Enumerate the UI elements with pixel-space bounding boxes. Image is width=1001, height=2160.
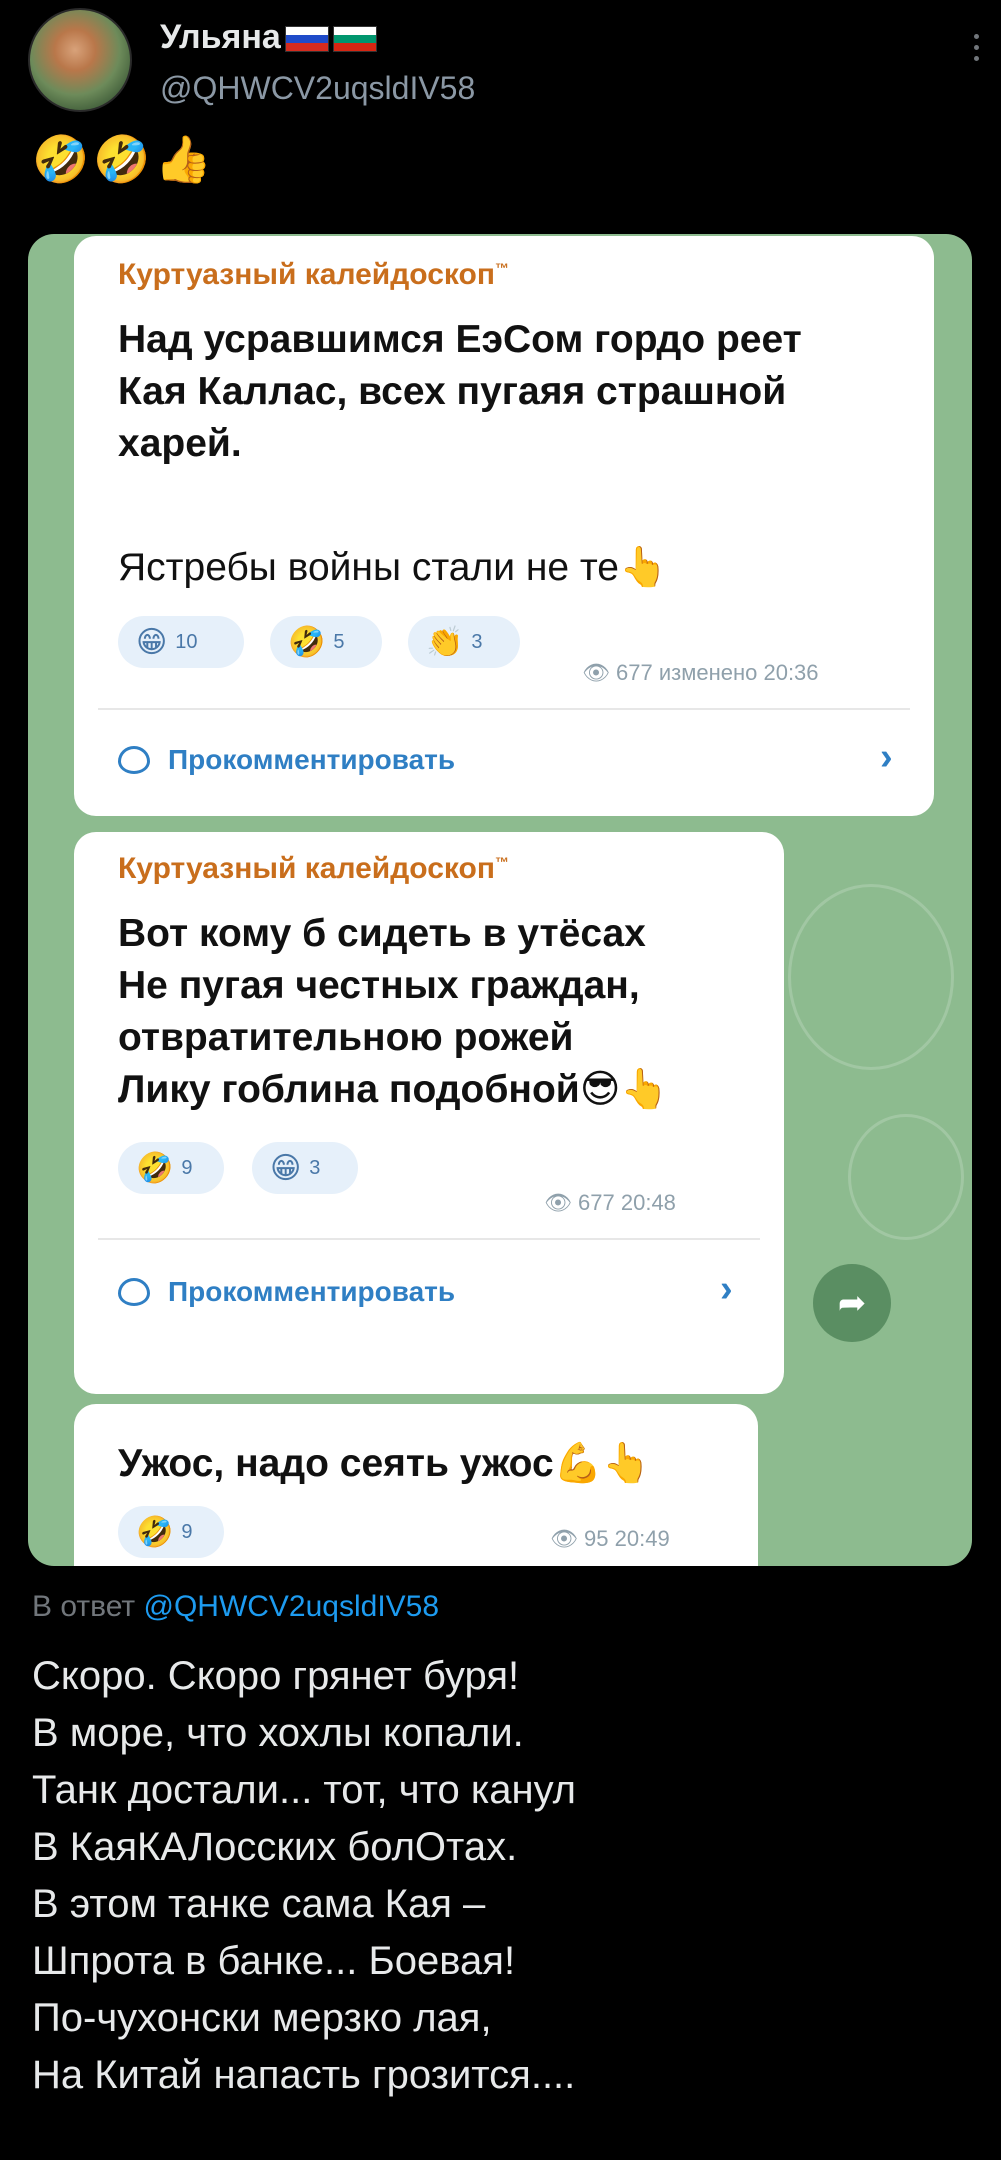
message-line: Не пугая честных граждан, bbox=[118, 964, 640, 1007]
message-line: харей. bbox=[118, 422, 242, 465]
author-handle[interactable]: @QHWCV2uqsldIV58 bbox=[160, 70, 475, 107]
message-line: Над усравшимся ЕэСом гордо реет bbox=[118, 318, 802, 361]
reply-handle-link[interactable]: @QHWCV2uqsldIV58 bbox=[143, 1590, 439, 1623]
reaction-count: 5 bbox=[333, 630, 345, 653]
reaction-chip[interactable]: 🤣 5 bbox=[270, 616, 382, 668]
message-line: Кая Каллас, всех пугаяя страшной bbox=[118, 370, 787, 413]
reaction-chip[interactable]: 😁 10 bbox=[118, 616, 244, 668]
message-text: Ужос, надо сеять ужос💪👆 bbox=[118, 1442, 651, 1485]
reaction-count: 3 bbox=[471, 630, 483, 653]
reply-to: В ответ @QHWCV2uqsldIV58 bbox=[32, 1590, 439, 1624]
reaction-emoji: 👏 bbox=[426, 625, 464, 659]
reaction-emoji: 🤣 bbox=[288, 625, 326, 659]
reply-prefix: В ответ bbox=[32, 1590, 136, 1623]
message-text-2: Ястребы войны стали не те👆 bbox=[118, 546, 668, 589]
poem-line: В море, что хохлы копали. bbox=[32, 1711, 524, 1755]
message-line: Лику гоблина подобной😎👆 bbox=[118, 1068, 669, 1111]
comment-label: Прокомментировать bbox=[168, 1276, 456, 1307]
reaction-emoji: 😁 bbox=[136, 625, 168, 659]
comment-label: Прокомментировать bbox=[168, 744, 456, 775]
post-text: 🤣🤣👍 bbox=[32, 133, 216, 185]
divider bbox=[98, 1238, 760, 1240]
poem-line: В этом танке сама Кая – bbox=[32, 1882, 486, 1926]
russia-flag-icon bbox=[284, 26, 329, 53]
poem-line: На Китай напасть грозится.... bbox=[32, 2053, 576, 2097]
message-meta: 👁 677 изменено 20:36 bbox=[582, 660, 819, 685]
reaction-count: 3 bbox=[309, 1156, 321, 1179]
share-arrow-icon[interactable]: ➦ bbox=[813, 1264, 891, 1342]
author-name-text[interactable]: Ульяна bbox=[160, 18, 281, 56]
comment-icon bbox=[118, 746, 150, 774]
comment-icon bbox=[118, 1278, 150, 1306]
comment-button[interactable]: Прокомментировать bbox=[118, 1276, 455, 1308]
more-options-icon[interactable] bbox=[964, 28, 988, 76]
reaction-count: 9 bbox=[181, 1520, 193, 1543]
chevron-right-icon[interactable]: › bbox=[720, 1268, 733, 1311]
post-header: Ульяна @QHWCV2uqsldIV58 bbox=[28, 8, 988, 118]
channel-name: Куртуазный калейдоскоп™ bbox=[118, 258, 509, 292]
chevron-right-icon[interactable]: › bbox=[880, 736, 893, 779]
reaction-chip[interactable]: 👏 3 bbox=[408, 616, 520, 668]
channel-name-text: Куртуазный калейдоскоп bbox=[118, 258, 495, 291]
post-image[interactable]: Куртуазный калейдоскоп™ Над усравшимся Е… bbox=[28, 234, 972, 1566]
reaction-chip[interactable]: 🤣 9 bbox=[118, 1506, 224, 1558]
reaction-emoji: 🤣 bbox=[136, 1151, 174, 1185]
message-meta: 👁 677 20:48 bbox=[544, 1190, 676, 1215]
reaction-count: 10 bbox=[175, 630, 198, 653]
message-text: Вот кому б сидеть в утёсах Не пугая чест… bbox=[118, 908, 918, 1116]
poem-line: Скоро. Скоро грянет буря! bbox=[32, 1654, 520, 1698]
author-name[interactable]: Ульяна bbox=[160, 18, 377, 57]
bulgaria-flag-icon bbox=[332, 26, 377, 53]
channel-name: Куртуазный калейдоскоп™ bbox=[118, 852, 509, 886]
reaction-emoji: 🤣 bbox=[136, 1515, 174, 1549]
trademark-sup: ™ bbox=[494, 260, 509, 276]
message-bubble-1: Куртуазный калейдоскоп™ Над усравшимся Е… bbox=[74, 236, 934, 816]
poem-line: По-чухонски мерзко лая, bbox=[32, 1996, 492, 2040]
message-line: Вот кому б сидеть в утёсах bbox=[118, 912, 646, 955]
reaction-count: 9 bbox=[181, 1156, 193, 1179]
poem-line: Танк достали... тот, что канул bbox=[32, 1768, 577, 1812]
message-bubble-3: Ужос, надо сеять ужос💪👆 🤣 9 👁 95 20:49 bbox=[74, 1404, 758, 1566]
background-doodle bbox=[848, 1114, 964, 1240]
divider bbox=[98, 708, 910, 710]
avatar[interactable] bbox=[28, 8, 132, 112]
message-line: отвратительною рожей bbox=[118, 1016, 574, 1059]
message-text: Над усравшимся ЕэСом гордо реет Кая Калл… bbox=[118, 314, 918, 470]
comment-button[interactable]: Прокомментировать bbox=[118, 744, 455, 776]
reaction-chip[interactable]: 🤣 9 bbox=[118, 1142, 224, 1194]
trademark-sup: ™ bbox=[494, 854, 509, 870]
poem-line: В КаяКАЛосских болОтах. bbox=[32, 1825, 518, 1869]
reaction-emoji: 😁 bbox=[270, 1151, 302, 1185]
channel-name-text: Куртуазный калейдоскоп bbox=[118, 852, 495, 885]
message-bubble-2: Куртуазный калейдоскоп™ Вот кому б сидет… bbox=[74, 832, 784, 1394]
message-meta: 👁 95 20:49 bbox=[550, 1526, 670, 1551]
reaction-chip[interactable]: 😁 3 bbox=[252, 1142, 358, 1194]
reply-text: Скоро. Скоро грянет буря! В море, что хо… bbox=[32, 1648, 576, 2104]
poem-line: Шпрота в банке... Боевая! bbox=[32, 1939, 516, 1983]
